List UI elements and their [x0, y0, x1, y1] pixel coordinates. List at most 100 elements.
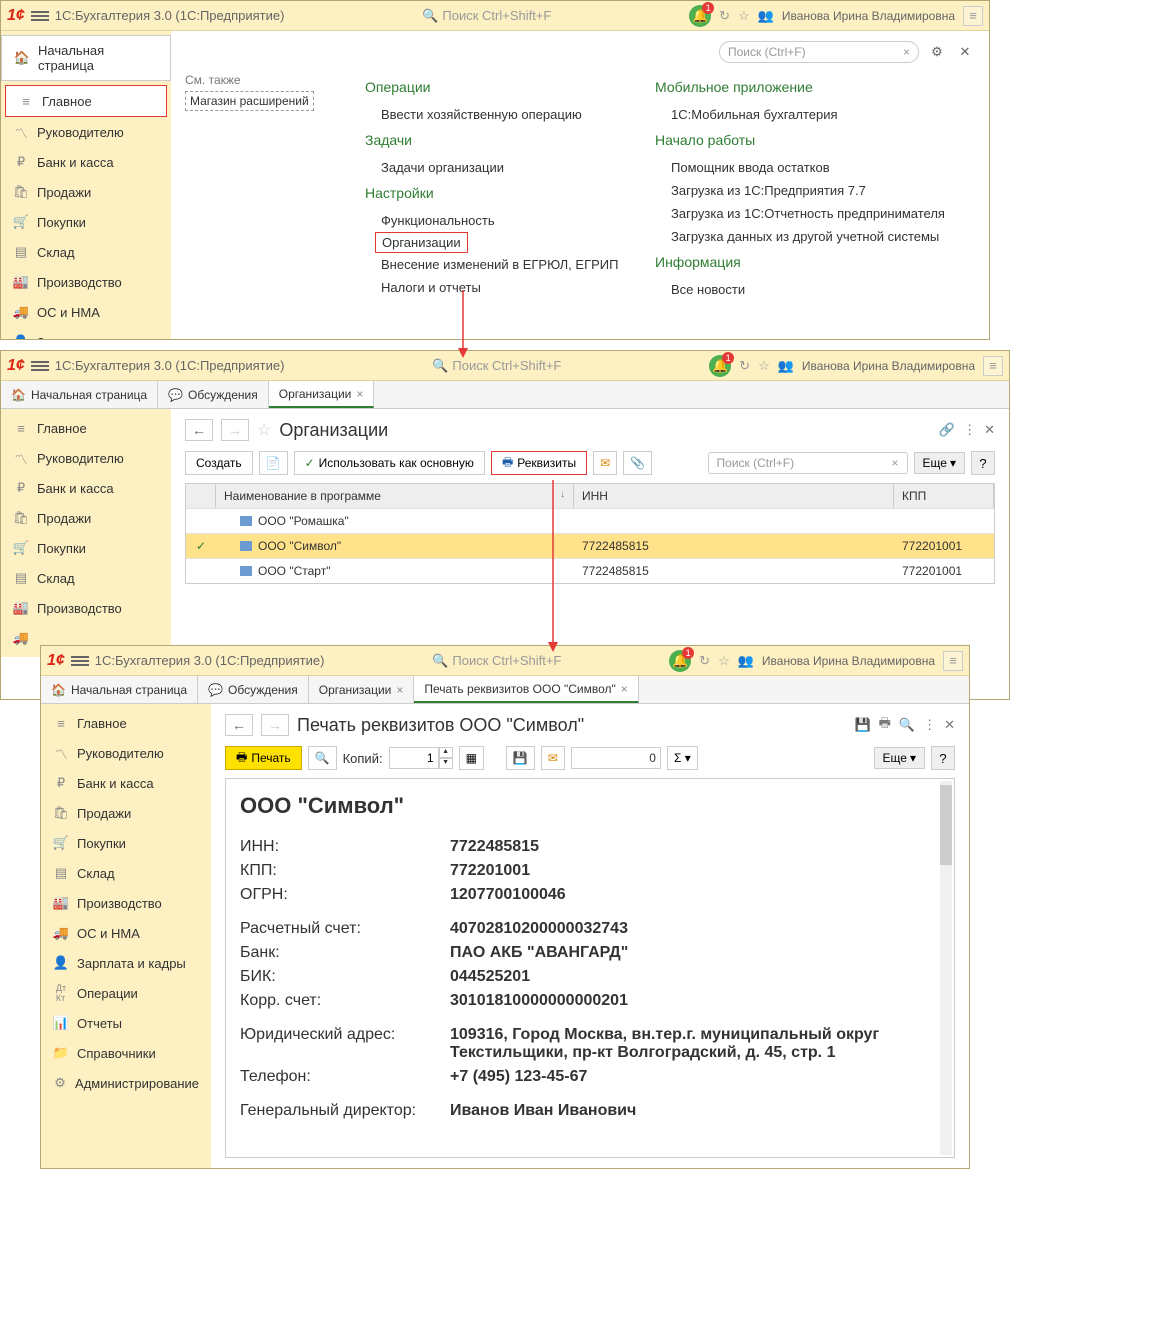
save-button[interactable]: 💾 [506, 746, 535, 770]
sidebar-item-main[interactable]: ≡Главное [41, 708, 211, 738]
attach-button[interactable]: 📎 [623, 451, 652, 475]
copies-input[interactable] [389, 747, 439, 769]
sidebar-item-warehouse[interactable]: ▤Склад [1, 237, 171, 267]
window-button[interactable]: ≡ [963, 6, 983, 26]
gear-icon[interactable]: ⚙ [927, 42, 947, 62]
help-button[interactable]: ? [931, 746, 955, 770]
organizations-link[interactable]: Организации [375, 232, 468, 253]
operation-link[interactable]: Ввести хозяйственную операцию [365, 103, 625, 126]
load77-link[interactable]: Загрузка из 1С:Предприятия 7.7 [655, 179, 955, 202]
sidebar-item-assets[interactable]: 🚚ОС и НМА [41, 918, 211, 948]
menu-icon[interactable] [71, 654, 89, 668]
sidebar-item-admin[interactable]: ⚙Администрирование [41, 1068, 211, 1098]
preview-button[interactable]: 🔍 [308, 746, 337, 770]
global-search[interactable]: 🔍 Поиск Ctrl+Shift+F [432, 653, 561, 669]
more-button[interactable]: Еще ▾ [914, 452, 965, 474]
tab-close-icon[interactable]: × [621, 682, 628, 696]
copies-spinner[interactable]: ▲▼ [389, 747, 453, 769]
tab-close-icon[interactable]: × [356, 387, 363, 401]
sidebar-item-bank[interactable]: ₽Банк и касса [41, 768, 211, 798]
sidebar-item-operations[interactable]: ДтКтОперации [41, 978, 211, 1008]
th-check[interactable] [186, 484, 216, 508]
window-button[interactable]: ≡ [983, 356, 1003, 376]
user-icon[interactable]: 👥 [778, 358, 794, 374]
sidebar-item-sales[interactable]: 🛍Продажи [41, 798, 211, 828]
sidebar-item-sales[interactable]: 🛍Продажи [1, 177, 171, 207]
spinner-down[interactable]: ▼ [439, 758, 453, 769]
sidebar-item-production[interactable]: 🏭Производство [41, 888, 211, 918]
table-search[interactable]: Поиск (Ctrl+F)× [708, 452, 908, 474]
sum-field[interactable]: 0 [571, 747, 661, 769]
egrul-link[interactable]: Внесение изменений в ЕГРЮЛ, ЕГРИП [365, 253, 625, 276]
th-inn[interactable]: ИНН [574, 484, 894, 508]
balance-link[interactable]: Помощник ввода остатков [655, 156, 955, 179]
history-icon[interactable]: ↻ [719, 8, 730, 24]
help-button[interactable]: ? [971, 451, 995, 475]
sidebar-item-bank[interactable]: ₽Банк и касса [1, 147, 171, 177]
functionality-link[interactable]: Функциональность [365, 209, 625, 232]
table-row[interactable]: ООО "Ромашка" [186, 508, 994, 533]
star-icon[interactable]: ☆ [758, 358, 770, 374]
copy-button[interactable]: 📄 [259, 451, 288, 475]
back-button[interactable]: ← [185, 419, 213, 441]
history-icon[interactable]: ↻ [739, 358, 750, 374]
save-icon[interactable]: 💾 [854, 717, 870, 733]
menu-icon[interactable] [31, 359, 49, 373]
sidebar-item-reports[interactable]: 📊Отчеты [41, 1008, 211, 1038]
sidebar-item-main[interactable]: ≡Главное [1, 413, 171, 443]
sidebar-item-home[interactable]: 🏠Начальная страница [2, 36, 170, 80]
use-main-button[interactable]: ✓Использовать как основную [294, 451, 485, 475]
sidebar-item-main[interactable]: ≡Главное [5, 85, 167, 117]
tab-home[interactable]: 🏠Начальная страница [41, 676, 198, 703]
forward-button[interactable]: → [261, 714, 289, 736]
sigma-button[interactable]: Σ ▾ [667, 746, 698, 770]
table-row[interactable]: ООО "Старт" 7722485815 772201001 [186, 558, 994, 583]
ext-store-link[interactable]: Магазин расширений [185, 91, 314, 111]
table-row[interactable]: ✓ ООО "Символ" 7722485815 772201001 [186, 533, 994, 558]
scrollbar[interactable] [940, 781, 952, 1155]
star-icon[interactable]: ☆ [718, 653, 730, 669]
sidebar-item-dictionaries[interactable]: 📁Справочники [41, 1038, 211, 1068]
org-tasks-link[interactable]: Задачи организации [365, 156, 625, 179]
back-button[interactable]: ← [225, 714, 253, 736]
user-icon[interactable]: 👥 [758, 8, 774, 24]
star-icon[interactable]: ☆ [257, 420, 271, 440]
sidebar-item-warehouse[interactable]: ▤Склад [41, 858, 211, 888]
global-search[interactable]: 🔍 Поиск Ctrl+Shift+F [432, 358, 561, 374]
tab-organizations[interactable]: Организации× [309, 676, 415, 703]
spinner-up[interactable]: ▲ [439, 747, 453, 758]
mail-button[interactable]: ✉ [541, 746, 565, 770]
sidebar-item-purchases[interactable]: 🛒Покупки [41, 828, 211, 858]
sidebar-item-production[interactable]: 🏭Производство [1, 593, 171, 623]
sidebar-item-purchases[interactable]: 🛒Покупки [1, 207, 171, 237]
star-icon[interactable]: ☆ [738, 8, 750, 24]
more-button[interactable]: Еще ▾ [874, 747, 925, 769]
sidebar-item-warehouse[interactable]: ▤Склад [1, 563, 171, 593]
sidebar-item-assets[interactable]: 🚚ОС и НМА [1, 297, 171, 327]
forward-button[interactable]: → [221, 419, 249, 441]
close-icon[interactable]: ✕ [984, 422, 995, 438]
user-name[interactable]: Иванова Ирина Владимировна [782, 9, 955, 23]
more-icon[interactable]: ⋮ [923, 717, 936, 733]
taxes-link[interactable]: Налоги и отчеты [365, 276, 625, 299]
preview-icon[interactable]: 🔍 [899, 717, 915, 733]
details-button[interactable]: 🖶Реквизиты [491, 451, 587, 475]
tab-discuss[interactable]: 💬Обсуждения [198, 676, 309, 703]
tab-organizations[interactable]: Организации× [269, 381, 375, 408]
load-other-link[interactable]: Загрузка данных из другой учетной систем… [655, 225, 955, 248]
print-button[interactable]: 🖶Печать [225, 746, 302, 770]
tab-close-icon[interactable]: × [396, 683, 403, 697]
more-icon[interactable]: ⋮ [963, 422, 976, 438]
th-kpp[interactable]: КПП [894, 484, 994, 508]
sidebar-item-hr[interactable]: 👤Зарплата и кадры [41, 948, 211, 978]
sidebar-item-sales[interactable]: 🛍Продажи [1, 503, 171, 533]
close-icon[interactable]: ✕ [955, 42, 975, 62]
section-search[interactable]: Поиск (Ctrl+F)× [719, 41, 919, 63]
sidebar-item-manager[interactable]: 〽Руководителю [1, 443, 171, 473]
tab-print[interactable]: Печать реквизитов ООО "Символ"× [414, 676, 638, 703]
print-icon[interactable]: 🖶 [879, 714, 891, 736]
close-icon[interactable]: ✕ [944, 717, 955, 733]
tab-home[interactable]: 🏠Начальная страница [1, 381, 158, 408]
sidebar-item-hr[interactable]: 👤Зарплата и кадры [1, 327, 171, 340]
sidebar-item-production[interactable]: 🏭Производство [1, 267, 171, 297]
